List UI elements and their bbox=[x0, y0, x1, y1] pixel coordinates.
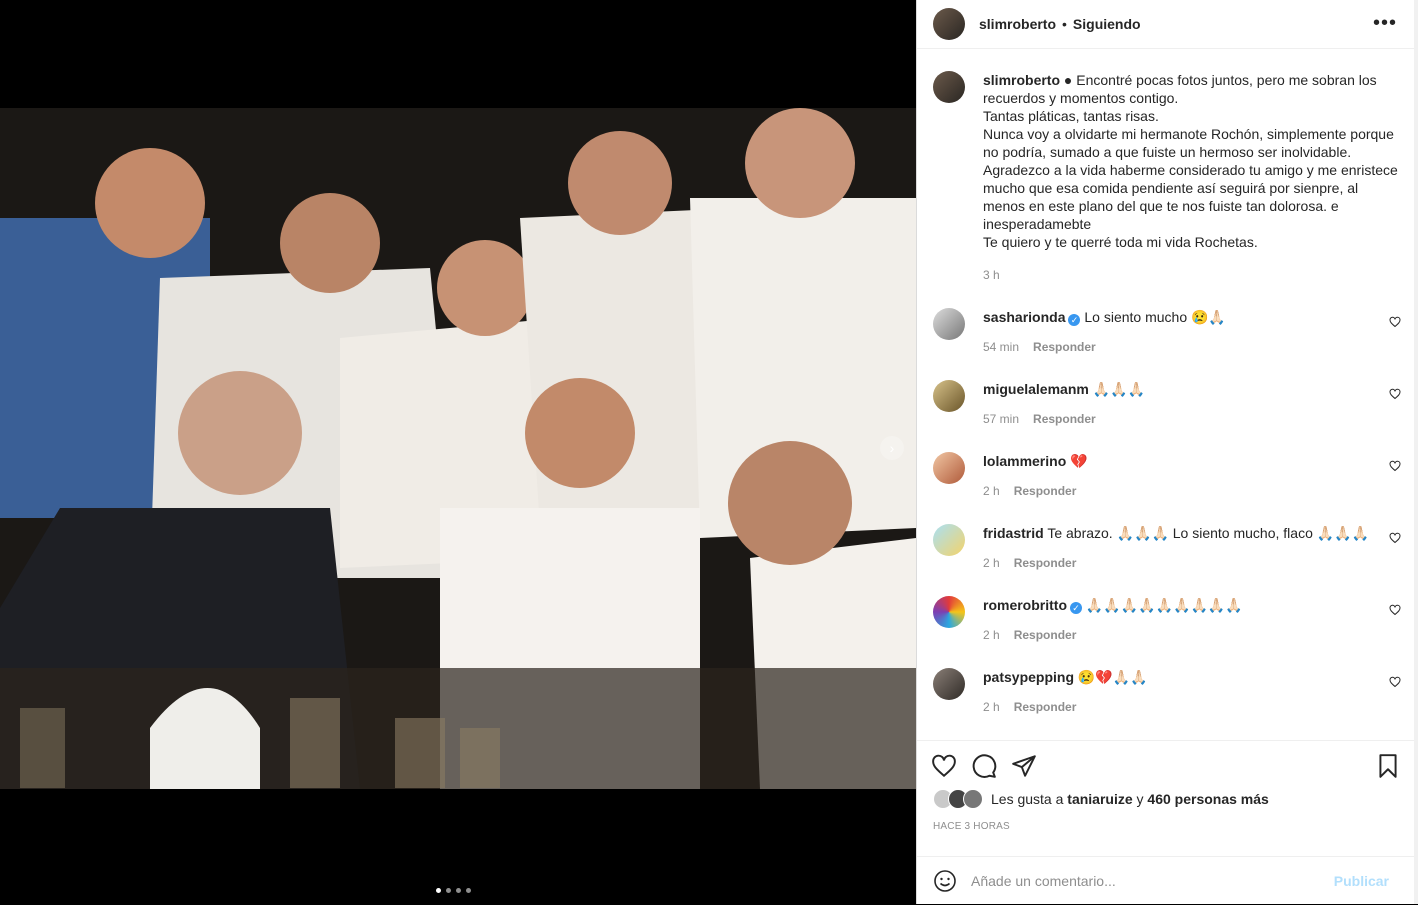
comment-item: sasharionda ✓ Lo siento mucho 😢🙏🏻 54 min R… bbox=[917, 308, 1415, 380]
comment-username[interactable]: miguelalemanm bbox=[983, 381, 1089, 397]
comment-username[interactable]: romerobritto bbox=[983, 597, 1067, 613]
author-username[interactable]: slimroberto bbox=[979, 16, 1056, 32]
comment-item: miguelalemanm 🙏🏻🙏🏻🙏🏻 57 min Responder bbox=[917, 380, 1415, 452]
comment-time[interactable]: 2 h bbox=[983, 484, 1000, 498]
caption-line: Te quiero y te querré toda mi vida Roche… bbox=[983, 234, 1258, 250]
avatar[interactable] bbox=[933, 596, 965, 628]
comment-time[interactable]: 54 min bbox=[983, 340, 1019, 354]
next-slide-button[interactable]: › bbox=[880, 436, 904, 460]
comment-text: Te abrazo. 🙏🏻🙏🏻🙏🏻 Lo siento mucho, flaco… bbox=[1047, 525, 1370, 541]
header-separator: • bbox=[1062, 16, 1067, 32]
avatar bbox=[963, 789, 983, 809]
caption-username[interactable]: slimroberto bbox=[983, 72, 1060, 88]
carousel-dot bbox=[456, 888, 461, 893]
caption-line: Agradezco a la vida haberme considerado … bbox=[983, 162, 1398, 232]
like-comment-heart-icon[interactable] bbox=[1389, 676, 1401, 688]
reply-button[interactable]: Responder bbox=[1014, 628, 1077, 642]
likes-summary: Les gusta a taniaruize y 460 personas má… bbox=[917, 779, 1415, 809]
comment-item: patsypepping 😢💔🙏🏻🙏🏻 2 h Responder bbox=[917, 668, 1415, 739]
comment-text: 🙏🏻🙏🏻🙏🏻 bbox=[1092, 381, 1146, 397]
avatar[interactable] bbox=[933, 452, 965, 484]
liker-avatars[interactable] bbox=[933, 789, 983, 809]
verified-badge-icon: ✓ bbox=[1070, 602, 1082, 614]
avatar[interactable] bbox=[933, 524, 965, 556]
comment-username[interactable]: patsypepping bbox=[983, 669, 1074, 685]
post-side-panel: slimroberto • Siguiendo ••• slimroberto … bbox=[916, 0, 1415, 904]
publish-button[interactable]: Publicar bbox=[1334, 873, 1389, 889]
comment-username[interactable]: fridastrid bbox=[983, 525, 1044, 541]
comment-item: romerobritto ✓ 🙏🏻🙏🏻🙏🏻🙏🏻🙏🏻🙏🏻🙏🏻🙏🏻🙏🏻 2 h Resp… bbox=[917, 596, 1415, 668]
more-options-icon[interactable]: ••• bbox=[1373, 12, 1397, 35]
emoji-smiley-icon[interactable] bbox=[933, 869, 957, 893]
like-heart-icon[interactable] bbox=[931, 753, 957, 779]
reply-button[interactable]: Responder bbox=[1014, 700, 1077, 714]
comment-text: 💔 bbox=[1070, 453, 1088, 469]
comment-input[interactable]: Añade un comentario... bbox=[971, 873, 1334, 889]
verified-badge-icon: ✓ bbox=[1068, 314, 1081, 326]
share-paper-plane-icon[interactable] bbox=[1011, 753, 1037, 779]
likes-conj: y bbox=[1136, 791, 1144, 807]
comment-item: lolammerino 💔 2 h Responder bbox=[917, 452, 1415, 524]
post-timestamp[interactable]: HACE 3 HORAS bbox=[917, 809, 1415, 832]
caption-line: Tantas pláticas, tantas risas. bbox=[983, 108, 1159, 124]
carousel-dot bbox=[436, 888, 441, 893]
post-actions: Les gusta a taniaruize y 460 personas má… bbox=[917, 740, 1415, 857]
comment-time[interactable]: 2 h bbox=[983, 700, 1000, 714]
save-bookmark-icon[interactable] bbox=[1375, 753, 1401, 779]
comments-list[interactable]: slimroberto ● Encontré pocas fotos junto… bbox=[917, 49, 1415, 739]
comment-time[interactable]: 2 h bbox=[983, 556, 1000, 570]
comment-time[interactable]: 57 min bbox=[983, 412, 1019, 426]
comment-time[interactable]: 2 h bbox=[983, 628, 1000, 642]
reply-button[interactable]: Responder bbox=[1033, 340, 1096, 354]
likes-count-link[interactable]: 460 personas más bbox=[1147, 791, 1268, 807]
carousel-dot bbox=[466, 888, 471, 893]
like-comment-heart-icon[interactable] bbox=[1389, 388, 1401, 400]
like-comment-heart-icon[interactable] bbox=[1389, 316, 1401, 328]
comment-username[interactable]: lolammerino bbox=[983, 453, 1066, 469]
post-photo[interactable] bbox=[0, 108, 916, 789]
reply-button[interactable]: Responder bbox=[1033, 412, 1096, 426]
likes-prefix: Les gusta a bbox=[991, 791, 1064, 807]
comment-text: 😢💔🙏🏻🙏🏻 bbox=[1077, 669, 1148, 685]
reply-button[interactable]: Responder bbox=[1014, 484, 1077, 498]
caption-line: Nunca voy a olvidarte mi hermanote Rochó… bbox=[983, 126, 1394, 160]
follow-status-button[interactable]: Siguiendo bbox=[1073, 16, 1141, 32]
post-caption: slimroberto ● Encontré pocas fotos junto… bbox=[917, 49, 1415, 284]
avatar[interactable] bbox=[933, 71, 965, 103]
comment-text: 🙏🏻🙏🏻🙏🏻🙏🏻🙏🏻🙏🏻🙏🏻🙏🏻🙏🏻 bbox=[1085, 597, 1243, 613]
avatar[interactable] bbox=[933, 308, 965, 340]
group-photo-illustration bbox=[0, 108, 916, 789]
avatar[interactable] bbox=[933, 380, 965, 412]
liker-username[interactable]: taniaruize bbox=[1067, 791, 1132, 807]
reply-button[interactable]: Responder bbox=[1014, 556, 1077, 570]
comment-text: Lo siento mucho 😢🙏🏻 bbox=[1084, 309, 1226, 325]
avatar[interactable] bbox=[933, 8, 965, 40]
add-comment-bar: Añade un comentario... Publicar bbox=[917, 856, 1415, 905]
like-comment-heart-icon[interactable] bbox=[1389, 604, 1401, 616]
avatar[interactable] bbox=[933, 668, 965, 700]
carousel-dot bbox=[446, 888, 451, 893]
page-scrollbar[interactable] bbox=[1414, 0, 1418, 904]
carousel-indicator bbox=[436, 888, 471, 893]
post-header: slimroberto • Siguiendo ••• bbox=[917, 0, 1415, 49]
comment-username[interactable]: sasharionda bbox=[983, 309, 1065, 325]
comment-bubble-icon[interactable] bbox=[971, 753, 997, 779]
comment-item: fridastrid Te abrazo. 🙏🏻🙏🏻🙏🏻 Lo siento m… bbox=[917, 524, 1415, 596]
like-comment-heart-icon[interactable] bbox=[1389, 532, 1401, 544]
like-comment-heart-icon[interactable] bbox=[1389, 460, 1401, 472]
post-media: › bbox=[0, 0, 916, 904]
caption-time[interactable]: 3 h bbox=[983, 266, 1399, 284]
